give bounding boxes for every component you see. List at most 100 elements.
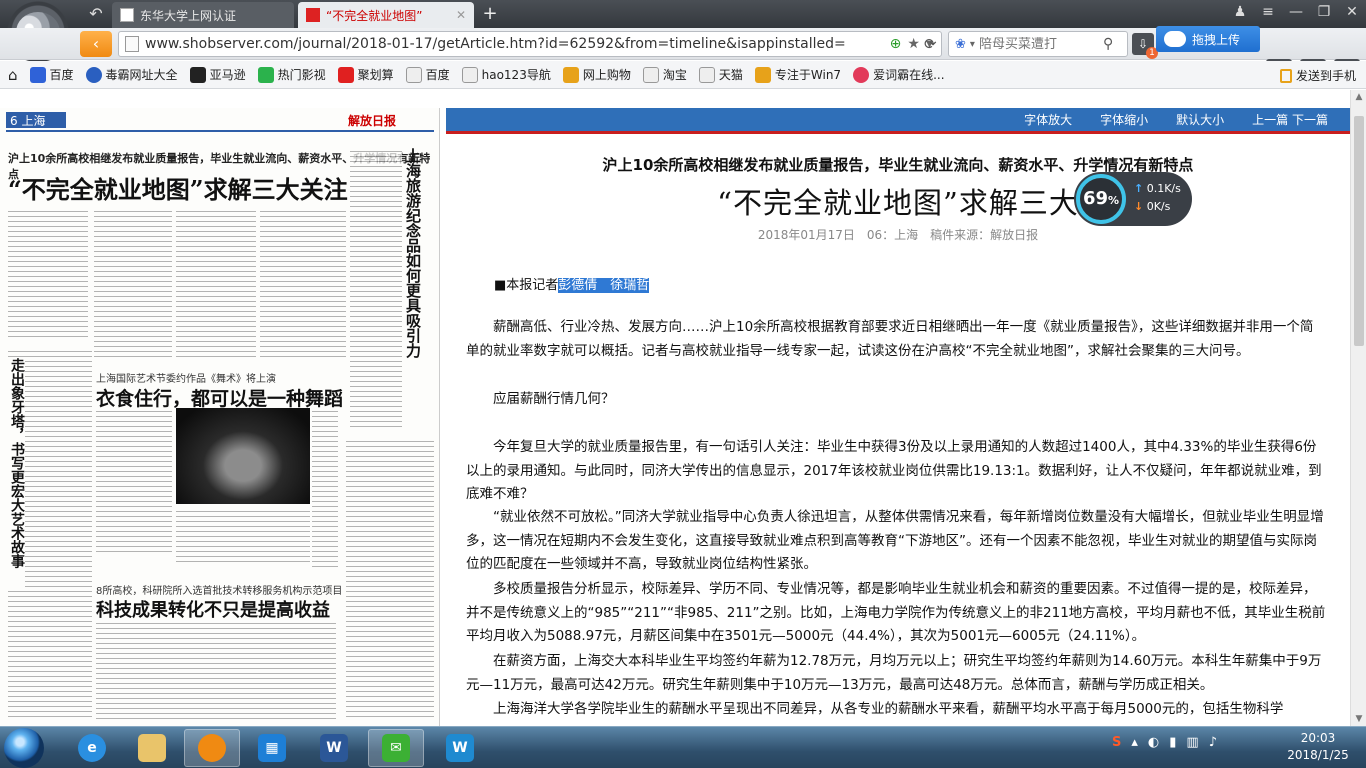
bookmark-duba[interactable]: 毒霸网址大全 [85, 66, 178, 83]
home-icon[interactable]: ⌂ [8, 66, 18, 84]
masthead: 解放日报 [348, 114, 397, 128]
sogou-icon[interactable]: S [1112, 735, 1121, 750]
bookmarks-bar: ⌂ 百度 毒霸网址大全 亚马逊 热门影视 聚划算 百度 hao123导航 网上购… [0, 61, 1366, 89]
chevron-down-icon[interactable]: ▾ [970, 39, 975, 50]
vertical-scrollbar[interactable]: ▲ ▼ [1350, 90, 1366, 726]
skin-icon[interactable]: ♟ [1226, 0, 1254, 24]
section-heading: 应届薪酬行情几何？ [493, 391, 615, 407]
bookmark-shopping[interactable]: 网上购物 [562, 66, 631, 83]
scroll-down-icon[interactable]: ▼ [1351, 714, 1366, 724]
bookmark-amazon[interactable]: 亚马逊 [189, 66, 246, 83]
volume-icon[interactable]: ♪ [1209, 735, 1217, 750]
tile-app[interactable]: ▦ [244, 729, 300, 767]
network-icon[interactable]: ▥ [1186, 735, 1198, 750]
menu-icon[interactable]: ≡ [1254, 0, 1282, 24]
page-label: 6 上海 [6, 112, 66, 128]
baidu-paw-icon: ❀ [955, 36, 966, 52]
bookmark-tmall[interactable]: 天猫 [698, 66, 743, 83]
maximize-icon[interactable]: ❐ [1310, 0, 1338, 24]
ie-app[interactable]: e [64, 729, 120, 767]
search-box[interactable]: ❀ ▾ ⚲ [948, 31, 1128, 57]
bookmark-hao123[interactable]: hao123导航 [461, 66, 551, 83]
text-column [176, 208, 256, 358]
box-title: 衣食住行，都可以是一种舞蹈 [96, 388, 344, 410]
wps-app[interactable]: W [432, 729, 488, 767]
page-favicon [120, 8, 134, 22]
url-text[interactable]: www.shobserver.com/journal/2018-01-17/ge… [145, 36, 890, 52]
wechat-app[interactable]: ✉ [368, 729, 424, 767]
tiles-icon: ▦ [258, 734, 286, 762]
url-bar[interactable]: www.shobserver.com/journal/2018-01-17/ge… [118, 31, 942, 57]
add-icon[interactable]: ⊕ [890, 36, 902, 52]
browser-titlebar: ↶ 东华大学上网认证 “不完全就业地图” ✕ + ♟ ≡ — ❐ ✕ [0, 0, 1366, 28]
system-clock[interactable]: 20:03 2018/1/25 [1278, 730, 1358, 764]
start-button[interactable] [4, 728, 44, 768]
undo-close-icon[interactable]: ↶ [86, 4, 106, 24]
ie-icon: e [78, 734, 106, 762]
paragraph: “就业依然不可放松。”同济大学就业指导中心负责人徐迅坦言，从整体供需情况来看，每… [466, 509, 1324, 572]
memory-gauge: 69% [1076, 174, 1126, 224]
send-to-phone[interactable]: 发送到手机 [1280, 67, 1356, 84]
word-app[interactable]: W [306, 729, 362, 767]
dance-photo [176, 408, 310, 504]
tab-close-icon[interactable]: ✕ [456, 8, 466, 22]
browser-icon [198, 734, 226, 762]
clock-time: 20:03 [1300, 731, 1336, 745]
search-input[interactable] [978, 36, 1099, 52]
battery-icon[interactable]: ▮ [1169, 735, 1176, 750]
tray-expand-icon[interactable]: ▴ [1131, 735, 1138, 750]
back-button[interactable]: ‹ [80, 31, 112, 57]
wps-icon: W [446, 734, 474, 762]
article-pane: 字体放大 字体缩小 默认大小 上一篇 下一篇 沪上10余所高校相继发布就业质量报… [446, 108, 1350, 726]
wechat-icon: ✉ [382, 734, 410, 762]
paper-headline: “不完全就业地图”求解三大关注 [8, 175, 348, 204]
bookmark-win7[interactable]: 专注于Win7 [754, 66, 841, 83]
network-speed-widget[interactable]: 69% ↑ 0.1K/s ↓ 0K/s [1074, 172, 1192, 226]
tab-article[interactable]: “不完全就业地图” ✕ [298, 2, 474, 28]
system-tray: S ▴ ◐ ▮ ▥ ♪ [1112, 735, 1217, 750]
bottom-title: 科技成果转化不只是提高收益 [96, 600, 330, 621]
font-default-button[interactable]: 默认大小 [1162, 111, 1238, 128]
bookmark-baidu[interactable]: 百度 [29, 66, 74, 83]
text-column [350, 148, 402, 428]
newspaper-page-image[interactable]: 6 上海 解放日报 沪上10余所高校相继发布就业质量报告，毕业生就业流向、薪资水… [0, 108, 440, 726]
text-column [176, 508, 310, 566]
bookmark-baidu-2[interactable]: 百度 [405, 66, 450, 83]
text-column [312, 408, 338, 568]
explorer-app[interactable] [124, 729, 180, 767]
search-icon[interactable]: ⚲ [1103, 36, 1113, 52]
download-icon[interactable]: ⇩ 1 [1132, 33, 1158, 59]
phone-icon [1280, 68, 1292, 83]
scroll-up-icon[interactable]: ▲ [1351, 92, 1366, 102]
font-smaller-button[interactable]: 字体缩小 [1086, 111, 1162, 128]
scroll-thumb[interactable] [1354, 116, 1364, 346]
paragraph: 薪酬高低、行业冷热、发展方向……沪上10余所高校根据教育部要求近日相继晒出一年一… [466, 319, 1314, 359]
upload-speed: ↑ 0.1K/s [1134, 182, 1181, 195]
bookmark-movies[interactable]: 热门影视 [257, 66, 326, 83]
bookmark-iciba[interactable]: 爱词霸在线... [853, 66, 945, 83]
reporter-names-selected[interactable]: 彭德倩 徐瑞哲 [558, 278, 650, 293]
text-column [346, 438, 434, 718]
new-tab-icon[interactable]: + [480, 4, 500, 24]
drag-upload-button[interactable]: 拖拽上传 [1156, 26, 1260, 52]
vertical-title-art: 走出象牙塔，书写更宏大艺术故事 [8, 358, 25, 588]
text-column [96, 408, 172, 554]
jiefang-favicon [306, 8, 320, 22]
vertical-title-tourism: 上海旅游纪念品如何更具吸引力 [404, 148, 422, 358]
tab-campus-login[interactable]: 东华大学上网认证 [112, 2, 294, 28]
refresh-icon[interactable]: ⟳ [924, 35, 937, 53]
article-subtitle: 沪上10余所高校相继发布就业质量报告，毕业生就业流向、薪资水平、升学情况有新特点 [602, 156, 1194, 174]
bookmark-taobao[interactable]: 淘宝 [642, 66, 687, 83]
bookmark-juhuasuan[interactable]: 聚划算 [337, 66, 394, 83]
minimize-icon[interactable]: — [1282, 0, 1310, 24]
taskbar: e ▦ W ✉ W S ▴ ◐ ▮ ▥ ♪ 20:03 2018/1/25 [0, 726, 1366, 768]
star-icon[interactable]: ★ [907, 36, 920, 52]
close-window-icon[interactable]: ✕ [1338, 0, 1366, 24]
text-column [8, 208, 88, 338]
prev-next-button[interactable]: 上一篇 下一篇 [1238, 111, 1342, 128]
liebao-browser-app[interactable] [184, 729, 240, 767]
tab-label: 东华大学上网认证 [140, 8, 237, 23]
bottom-kicker: 8所高校，科研院所入选首批技术转移服务机构示范项目 [96, 586, 343, 597]
tray-app-icon[interactable]: ◐ [1148, 735, 1159, 750]
font-larger-button[interactable]: 字体放大 [1010, 111, 1086, 128]
